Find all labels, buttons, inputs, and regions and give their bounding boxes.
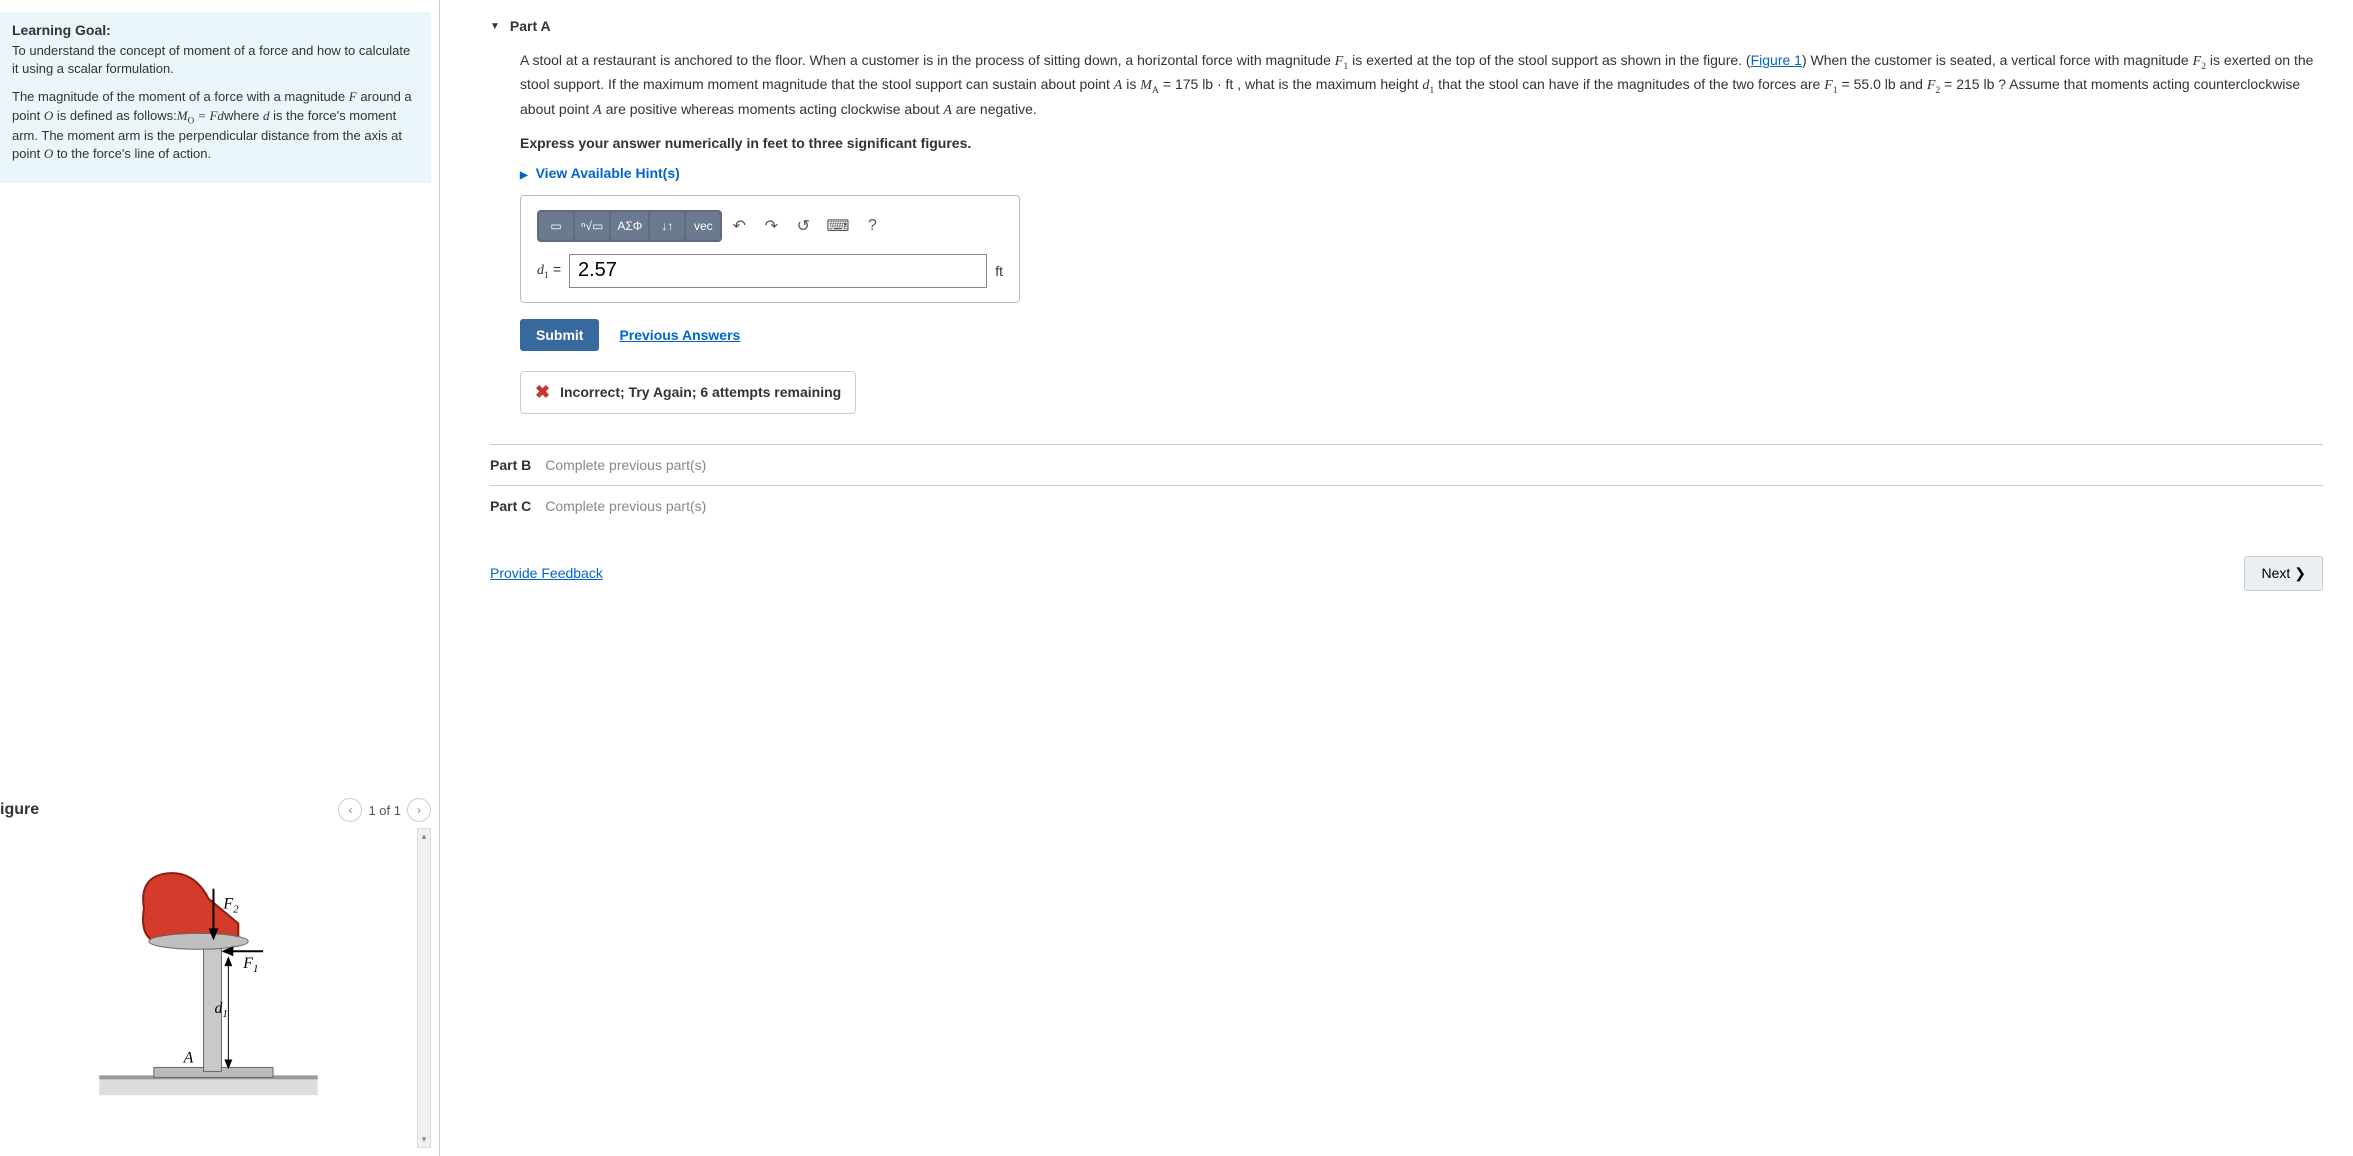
part-b-row: Part B Complete previous part(s) xyxy=(490,444,2323,485)
problem-statement: A stool at a restaurant is anchored to t… xyxy=(520,50,2323,121)
right-panel: ▼ Part A A stool at a restaurant is anch… xyxy=(440,0,2353,1156)
template-button[interactable]: ▭ xyxy=(539,212,573,240)
part-c-label: Part C xyxy=(490,498,531,514)
figure-section: igure ‹ 1 of 1 › xyxy=(0,792,439,1156)
figure-title: igure xyxy=(0,801,39,819)
figure-canvas: F2 F1 d1 A xyxy=(0,828,417,1148)
svg-text:F2: F2 xyxy=(222,896,239,916)
incorrect-icon: ✖ xyxy=(535,382,550,403)
part-c-row: Part C Complete previous part(s) xyxy=(490,485,2323,526)
redo-button[interactable]: ↷ xyxy=(756,212,786,240)
svg-text:d1: d1 xyxy=(214,1000,227,1020)
part-c-message: Complete previous part(s) xyxy=(545,498,706,514)
figure-counter: 1 of 1 xyxy=(368,803,401,818)
part-a-body: A stool at a restaurant is anchored to t… xyxy=(490,50,2323,444)
answer-box: ▭ ⁿ√▭ ΑΣΦ ↓↑ vec ↶ ↷ ↺ ⌨ ? d1 = xyxy=(520,195,1020,303)
reset-button[interactable]: ↺ xyxy=(788,212,818,240)
figure-body: F2 F1 d1 A ▴ xyxy=(0,828,431,1148)
keyboard-button[interactable]: ⌨ xyxy=(820,212,855,240)
chevron-right-icon: ❯ xyxy=(2294,565,2306,582)
part-b-label: Part B xyxy=(490,457,531,473)
answer-unit: ft xyxy=(995,263,1003,279)
scroll-up-icon: ▴ xyxy=(422,831,427,842)
answer-input[interactable] xyxy=(569,254,987,288)
figure-nav: ‹ 1 of 1 › xyxy=(338,798,431,822)
sqrt-button[interactable]: ⁿ√▭ xyxy=(575,212,609,240)
svg-text:F1: F1 xyxy=(242,955,258,975)
next-button[interactable]: Next ❯ xyxy=(2244,556,2323,591)
undo-button[interactable]: ↶ xyxy=(724,212,754,240)
figure-prev-button[interactable]: ‹ xyxy=(338,798,362,822)
provide-feedback-link[interactable]: Provide Feedback xyxy=(490,565,603,581)
learning-goal-box: Learning Goal: To understand the concept… xyxy=(0,12,431,183)
caret-right-icon: ▶ xyxy=(520,170,528,181)
submit-row: Submit Previous Answers xyxy=(520,319,2323,351)
answer-toolbar: ▭ ⁿ√▭ ΑΣΦ ↓↑ vec ↶ ↷ ↺ ⌨ ? xyxy=(537,210,1003,242)
part-b-message: Complete previous part(s) xyxy=(545,457,706,473)
left-panel: Learning Goal: To understand the concept… xyxy=(0,0,440,1156)
feedback-message: Incorrect; Try Again; 6 attempts remaini… xyxy=(560,384,841,400)
greek-button[interactable]: ΑΣΦ xyxy=(611,212,648,240)
figure-link[interactable]: Figure 1 xyxy=(1751,52,1802,68)
learning-goal-heading: Learning Goal: xyxy=(12,22,419,38)
part-a-title: Part A xyxy=(510,18,551,34)
tool-group-format: ▭ ⁿ√▭ ΑΣΦ ↓↑ vec xyxy=(537,210,722,242)
previous-answers-link[interactable]: Previous Answers xyxy=(619,327,740,343)
subscript-button[interactable]: ↓↑ xyxy=(650,212,684,240)
express-instruction: Express your answer numerically in feet … xyxy=(520,135,2323,151)
figure-next-button[interactable]: › xyxy=(407,798,431,822)
caret-down-icon: ▼ xyxy=(490,21,500,32)
help-button[interactable]: ? xyxy=(857,212,887,240)
part-a-header[interactable]: ▼ Part A xyxy=(490,10,2323,50)
vec-button[interactable]: vec xyxy=(686,212,720,240)
feedback-box: ✖ Incorrect; Try Again; 6 attempts remai… xyxy=(520,371,856,414)
learning-goal-p2: The magnitude of the moment of a force w… xyxy=(12,88,419,163)
footer-row: Provide Feedback Next ❯ xyxy=(490,556,2323,591)
submit-button[interactable]: Submit xyxy=(520,319,599,351)
answer-row: d1 = ft xyxy=(537,254,1003,288)
learning-goal-p1: To understand the concept of moment of a… xyxy=(12,42,419,78)
figure-header: igure ‹ 1 of 1 › xyxy=(0,792,431,828)
svg-text:A: A xyxy=(183,1049,194,1066)
view-hints-link[interactable]: ▶ View Available Hint(s) xyxy=(520,165,680,181)
figure-scrollbar[interactable]: ▴ ▾ xyxy=(417,828,431,1148)
scroll-down-icon: ▾ xyxy=(422,1134,427,1145)
stool-figure-svg: F2 F1 d1 A xyxy=(0,828,417,1148)
answer-variable-label: d1 = xyxy=(537,261,561,281)
